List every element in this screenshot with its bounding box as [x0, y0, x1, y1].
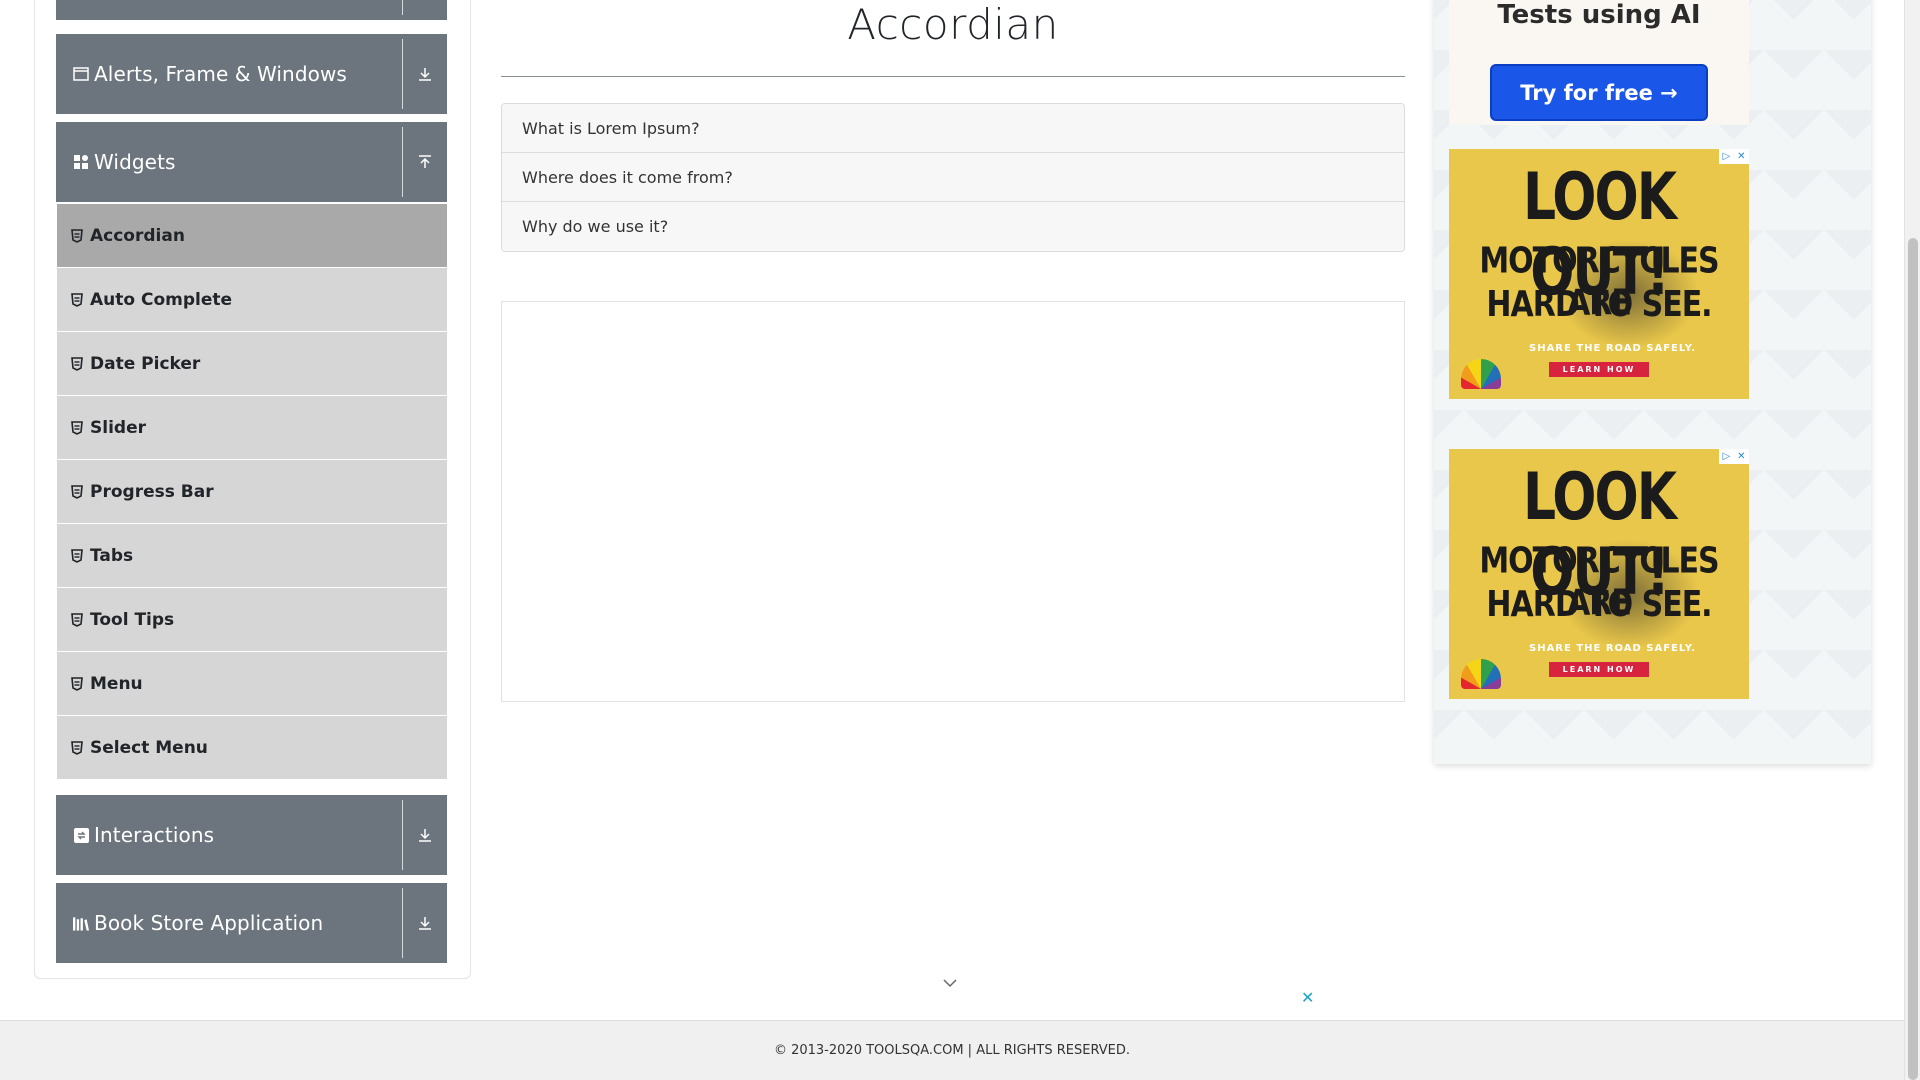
group-header-widgets[interactable]: Widgets: [56, 122, 447, 202]
promo-banner[interactable]: Tests using AI Try for free →: [1449, 0, 1749, 125]
interactions-icon: [73, 827, 89, 843]
download-arrow-icon[interactable]: [403, 34, 447, 114]
books-icon: [73, 915, 89, 931]
group-separator: [402, 0, 403, 15]
window-icon: [73, 66, 89, 82]
try-for-free-button[interactable]: Try for free →: [1490, 64, 1708, 121]
promo-text: Tests using AI: [1497, 0, 1701, 30]
learn-how-button[interactable]: LEARN HOW: [1549, 662, 1649, 677]
footer-copyright: © 2013-2020 TOOLSQA.COM | ALL RIGHTS RES…: [773, 1043, 1131, 1058]
html-file-icon: [71, 676, 83, 691]
group-label: Interactions: [94, 823, 215, 847]
menu-item-date-picker[interactable]: Date Picker: [57, 332, 447, 396]
ad-tagline: SHARE THE ROAD SAFELY.: [1529, 343, 1697, 354]
menu-item-select-menu[interactable]: Select Menu: [57, 716, 447, 780]
menu-item-tabs[interactable]: Tabs: [57, 524, 447, 588]
group-header-collapsed-top[interactable]: [56, 0, 447, 20]
menu-item-tool-tips[interactable]: Tool Tips: [57, 588, 447, 652]
arizona-logo: [1461, 359, 1501, 389]
widgets-menu-list: Accordian Auto Complete Date Picker Slid…: [57, 204, 447, 780]
group-label: Widgets: [94, 150, 176, 174]
group-label: Book Store Application: [94, 911, 324, 935]
page: Alerts, Frame & Windows Widgets Accordia…: [0, 0, 1920, 1080]
menu-item-label: Accordian: [90, 225, 185, 246]
widgets-grid-icon: [73, 154, 89, 170]
upload-arrow-icon[interactable]: [403, 122, 447, 202]
ad-choices-icon: ▷: [1722, 451, 1731, 462]
page-title: Accordian: [847, 0, 1059, 49]
html-file-icon: [71, 740, 83, 755]
menu-item-label: Menu: [90, 673, 143, 694]
left-sidebar: Alerts, Frame & Windows Widgets Accordia…: [34, 0, 471, 979]
ad-banner[interactable]: LOOK OUT! MOTORCYCLES ARE HARD TO SEE. S…: [1449, 449, 1749, 699]
group-header-book-store-application[interactable]: Book Store Application: [56, 883, 447, 963]
menu-item-auto-complete[interactable]: Auto Complete: [57, 268, 447, 332]
accordion-section-why-do-we-use-it[interactable]: Why do we use it?: [502, 202, 1404, 251]
vertical-scrollbar[interactable]: [1904, 0, 1920, 1080]
ad-subheadline: HARD TO SEE.: [1486, 583, 1712, 626]
ad-close-icon[interactable]: ✕: [1737, 151, 1745, 162]
accordion-section-what-is-lorem-ipsum[interactable]: What is Lorem Ipsum?: [502, 104, 1404, 153]
ad-subheadline: HARD TO SEE.: [1486, 283, 1712, 326]
scrollbar-thumb[interactable]: [1908, 238, 1918, 1080]
ad-choices-icon: ▷: [1722, 151, 1731, 162]
html-file-icon: [71, 356, 83, 371]
ad-placeholder: [501, 301, 1405, 702]
footer: © 2013-2020 TOOLSQA.COM | ALL RIGHTS RES…: [0, 1020, 1904, 1080]
close-icon[interactable]: ✕: [1301, 988, 1314, 1007]
learn-how-button[interactable]: LEARN HOW: [1549, 362, 1649, 377]
html-file-icon: [71, 612, 83, 627]
group-header-interactions[interactable]: Interactions: [56, 795, 447, 875]
title-divider: [501, 76, 1405, 77]
group-header-alerts-frame-windows[interactable]: Alerts, Frame & Windows: [56, 34, 447, 114]
download-arrow-icon[interactable]: [403, 883, 447, 963]
menu-item-menu[interactable]: Menu: [57, 652, 447, 716]
ad-choices-badge[interactable]: ▷ ✕: [1719, 149, 1749, 164]
html-file-icon: [71, 484, 83, 499]
html-file-icon: [71, 228, 83, 243]
html-file-icon: [71, 420, 83, 435]
accordion-section-where-does-it-come-from[interactable]: Where does it come from?: [502, 153, 1404, 202]
ad-close-icon[interactable]: ✕: [1737, 451, 1745, 462]
html-file-icon: [71, 292, 83, 307]
menu-item-label: Select Menu: [90, 737, 208, 758]
menu-item-label: Tool Tips: [90, 609, 175, 630]
menu-item-label: Auto Complete: [90, 289, 233, 310]
ad-choices-badge[interactable]: ▷ ✕: [1719, 449, 1749, 464]
ad-tagline: SHARE THE ROAD SAFELY.: [1529, 643, 1697, 654]
menu-item-accordian[interactable]: Accordian: [57, 204, 447, 268]
menu-item-label: Progress Bar: [90, 481, 214, 502]
html-file-icon: [71, 548, 83, 563]
chevron-down-icon[interactable]: [942, 974, 958, 988]
menu-item-label: Slider: [90, 417, 146, 438]
arizona-logo: [1461, 659, 1501, 689]
right-ad-rail: Tests using AI Try for free → LOOK OUT! …: [1434, 0, 1871, 764]
accordion: What is Lorem Ipsum? Where does it come …: [501, 103, 1405, 252]
group-label: Alerts, Frame & Windows: [94, 62, 347, 86]
menu-item-label: Date Picker: [90, 353, 201, 374]
download-arrow-icon[interactable]: [403, 795, 447, 875]
menu-item-label: Tabs: [90, 545, 134, 566]
menu-item-slider[interactable]: Slider: [57, 396, 447, 460]
menu-item-progress-bar[interactable]: Progress Bar: [57, 460, 447, 524]
ad-banner[interactable]: LOOK OUT! MOTORCYCLES ARE HARD TO SEE. S…: [1449, 149, 1749, 399]
